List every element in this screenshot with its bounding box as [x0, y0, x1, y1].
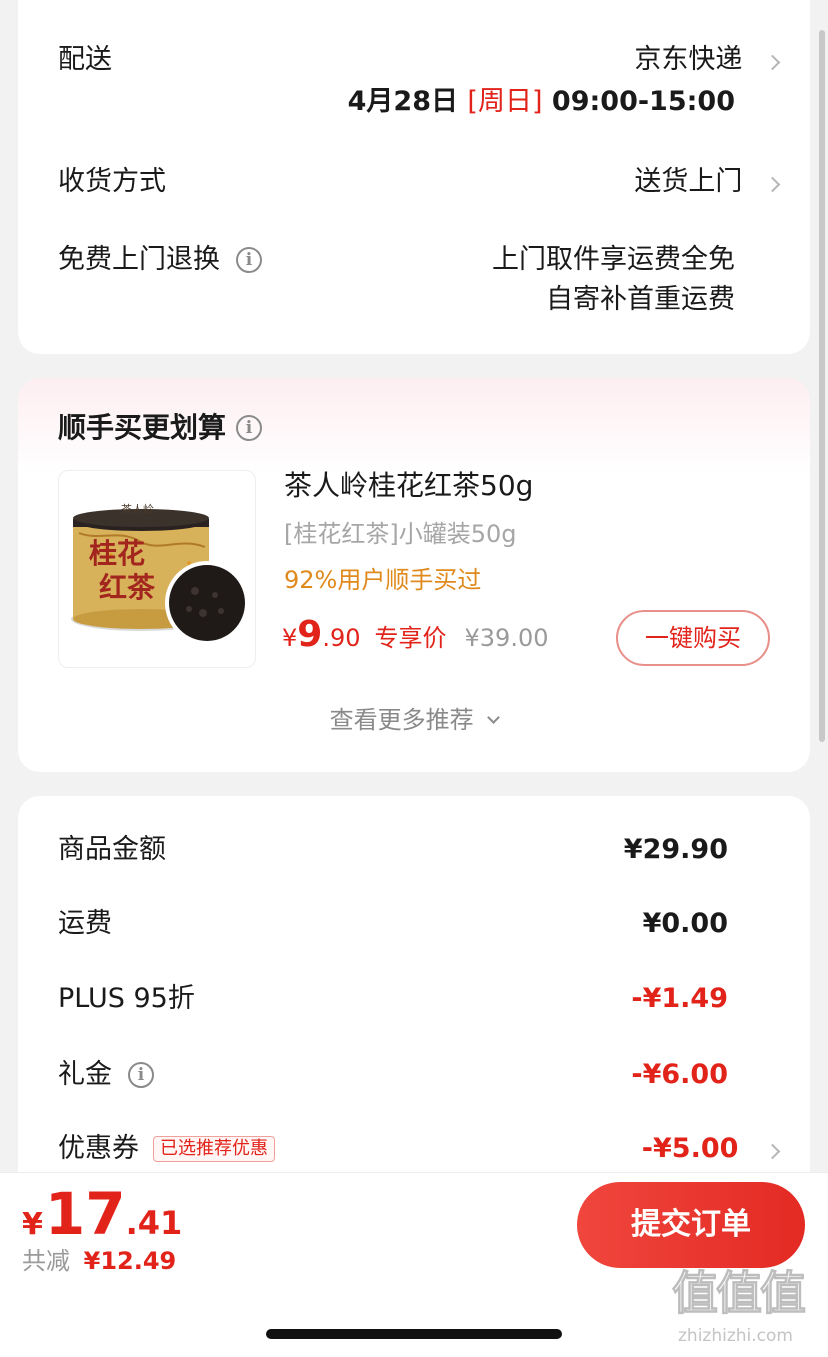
summary-value: ¥0.00	[642, 908, 728, 939]
price-integer: 9	[297, 614, 323, 655]
see-more-label: 查看更多推荐	[329, 706, 474, 734]
total-decimal: .41	[125, 1204, 183, 1242]
delivery-label: 配送	[58, 44, 112, 75]
recommend-header: 顺手买更划算 i	[58, 410, 263, 446]
home-indicator	[266, 1329, 562, 1339]
summary-value: -¥5.00	[641, 1133, 739, 1164]
price-tag: 专享价	[374, 624, 447, 652]
summary-value: ¥29.90	[623, 834, 728, 865]
free-return-note-1: 上门取件享运费全免	[492, 244, 735, 275]
info-icon[interactable]: i	[236, 415, 263, 441]
summary-label: 商品金额	[58, 834, 166, 865]
product-spec: [桂花红茶]小罐装50g	[284, 520, 517, 548]
receive-method-value: 送货上门	[634, 166, 743, 197]
product-image[interactable]: 茶人岭 桂花 红茶	[58, 470, 256, 668]
total-symbol: ¥	[22, 1207, 43, 1242]
chevron-right-icon	[764, 176, 781, 193]
chevron-right-icon	[764, 1143, 781, 1160]
product-name[interactable]: 茶人岭桂花红茶50g	[284, 468, 533, 504]
recommend-title: 顺手买更划算	[58, 411, 227, 444]
delivery-card: 配送 京东快递 4月28日 [周日] 09:00-15:00 收货方式 送货上门…	[18, 0, 810, 354]
summary-label: PLUS 95折	[58, 983, 195, 1014]
summary-label: 礼金	[58, 1059, 112, 1090]
info-icon[interactable]: i	[236, 247, 262, 273]
delivery-window: 09:00-15:00	[551, 86, 735, 117]
scrollbar[interactable]	[819, 30, 825, 742]
price-decimal: .90	[322, 624, 361, 652]
delivery-weekday: [周日]	[467, 86, 543, 117]
checkout-bar: ¥ 17 .41 共减 ¥12.49 提交订单 值值值 zhizhizhi.co…	[0, 1172, 828, 1357]
watermark-site: zhizhizhi.com	[678, 1326, 793, 1346]
total-price: ¥ 17 .41	[22, 1179, 182, 1249]
product-image-brand: 茶人岭	[121, 503, 154, 516]
info-icon[interactable]: i	[128, 1062, 154, 1088]
product-price-line: ¥ 9 .90 专享价 ¥39.00	[282, 614, 549, 655]
summary-label: 运费	[58, 908, 112, 939]
saved-value: ¥12.49	[83, 1247, 177, 1275]
one-click-buy-button[interactable]: 一键购买	[616, 610, 770, 666]
see-more-recommendations[interactable]: 查看更多推荐	[18, 704, 810, 736]
chevron-down-icon	[487, 711, 501, 724]
coupon-badge: 已选推荐优惠	[153, 1136, 275, 1162]
watermark-logo: 值值值	[672, 1266, 807, 1321]
summary-label: 优惠券	[58, 1133, 139, 1164]
product-image-text-1: 桂花	[89, 537, 146, 570]
summary-value: -¥6.00	[631, 1059, 728, 1090]
recommend-card: 顺手买更划算 i 茶人岭 桂花 红茶 茶人岭桂花红茶50g [桂花红茶]小罐装5…	[18, 378, 810, 772]
free-return-note-2: 自寄补首重运费	[546, 284, 735, 315]
delivery-date: 4月28日	[347, 86, 459, 117]
price-summary-card: 商品金额 ¥29.90 运费 ¥0.00 PLUS 95折 -¥1.49 礼金 …	[18, 796, 810, 1216]
price-symbol: ¥	[282, 624, 298, 652]
product-image-text-2: 红茶	[99, 571, 156, 604]
receive-method-label: 收货方式	[58, 166, 166, 197]
summary-value: -¥1.49	[631, 983, 728, 1014]
total-integer: 17	[44, 1180, 126, 1248]
total-saved: 共减 ¥12.49	[22, 1245, 176, 1277]
free-return-label: 免费上门退换	[58, 244, 220, 275]
original-price: ¥39.00	[464, 624, 549, 652]
product-purchase-stat: 92%用户顺手买过	[284, 566, 482, 594]
delivery-carrier: 京东快递	[634, 44, 743, 75]
saved-label: 共减	[22, 1247, 70, 1275]
chevron-right-icon	[764, 54, 781, 71]
submit-order-button[interactable]: 提交订单	[577, 1182, 805, 1268]
